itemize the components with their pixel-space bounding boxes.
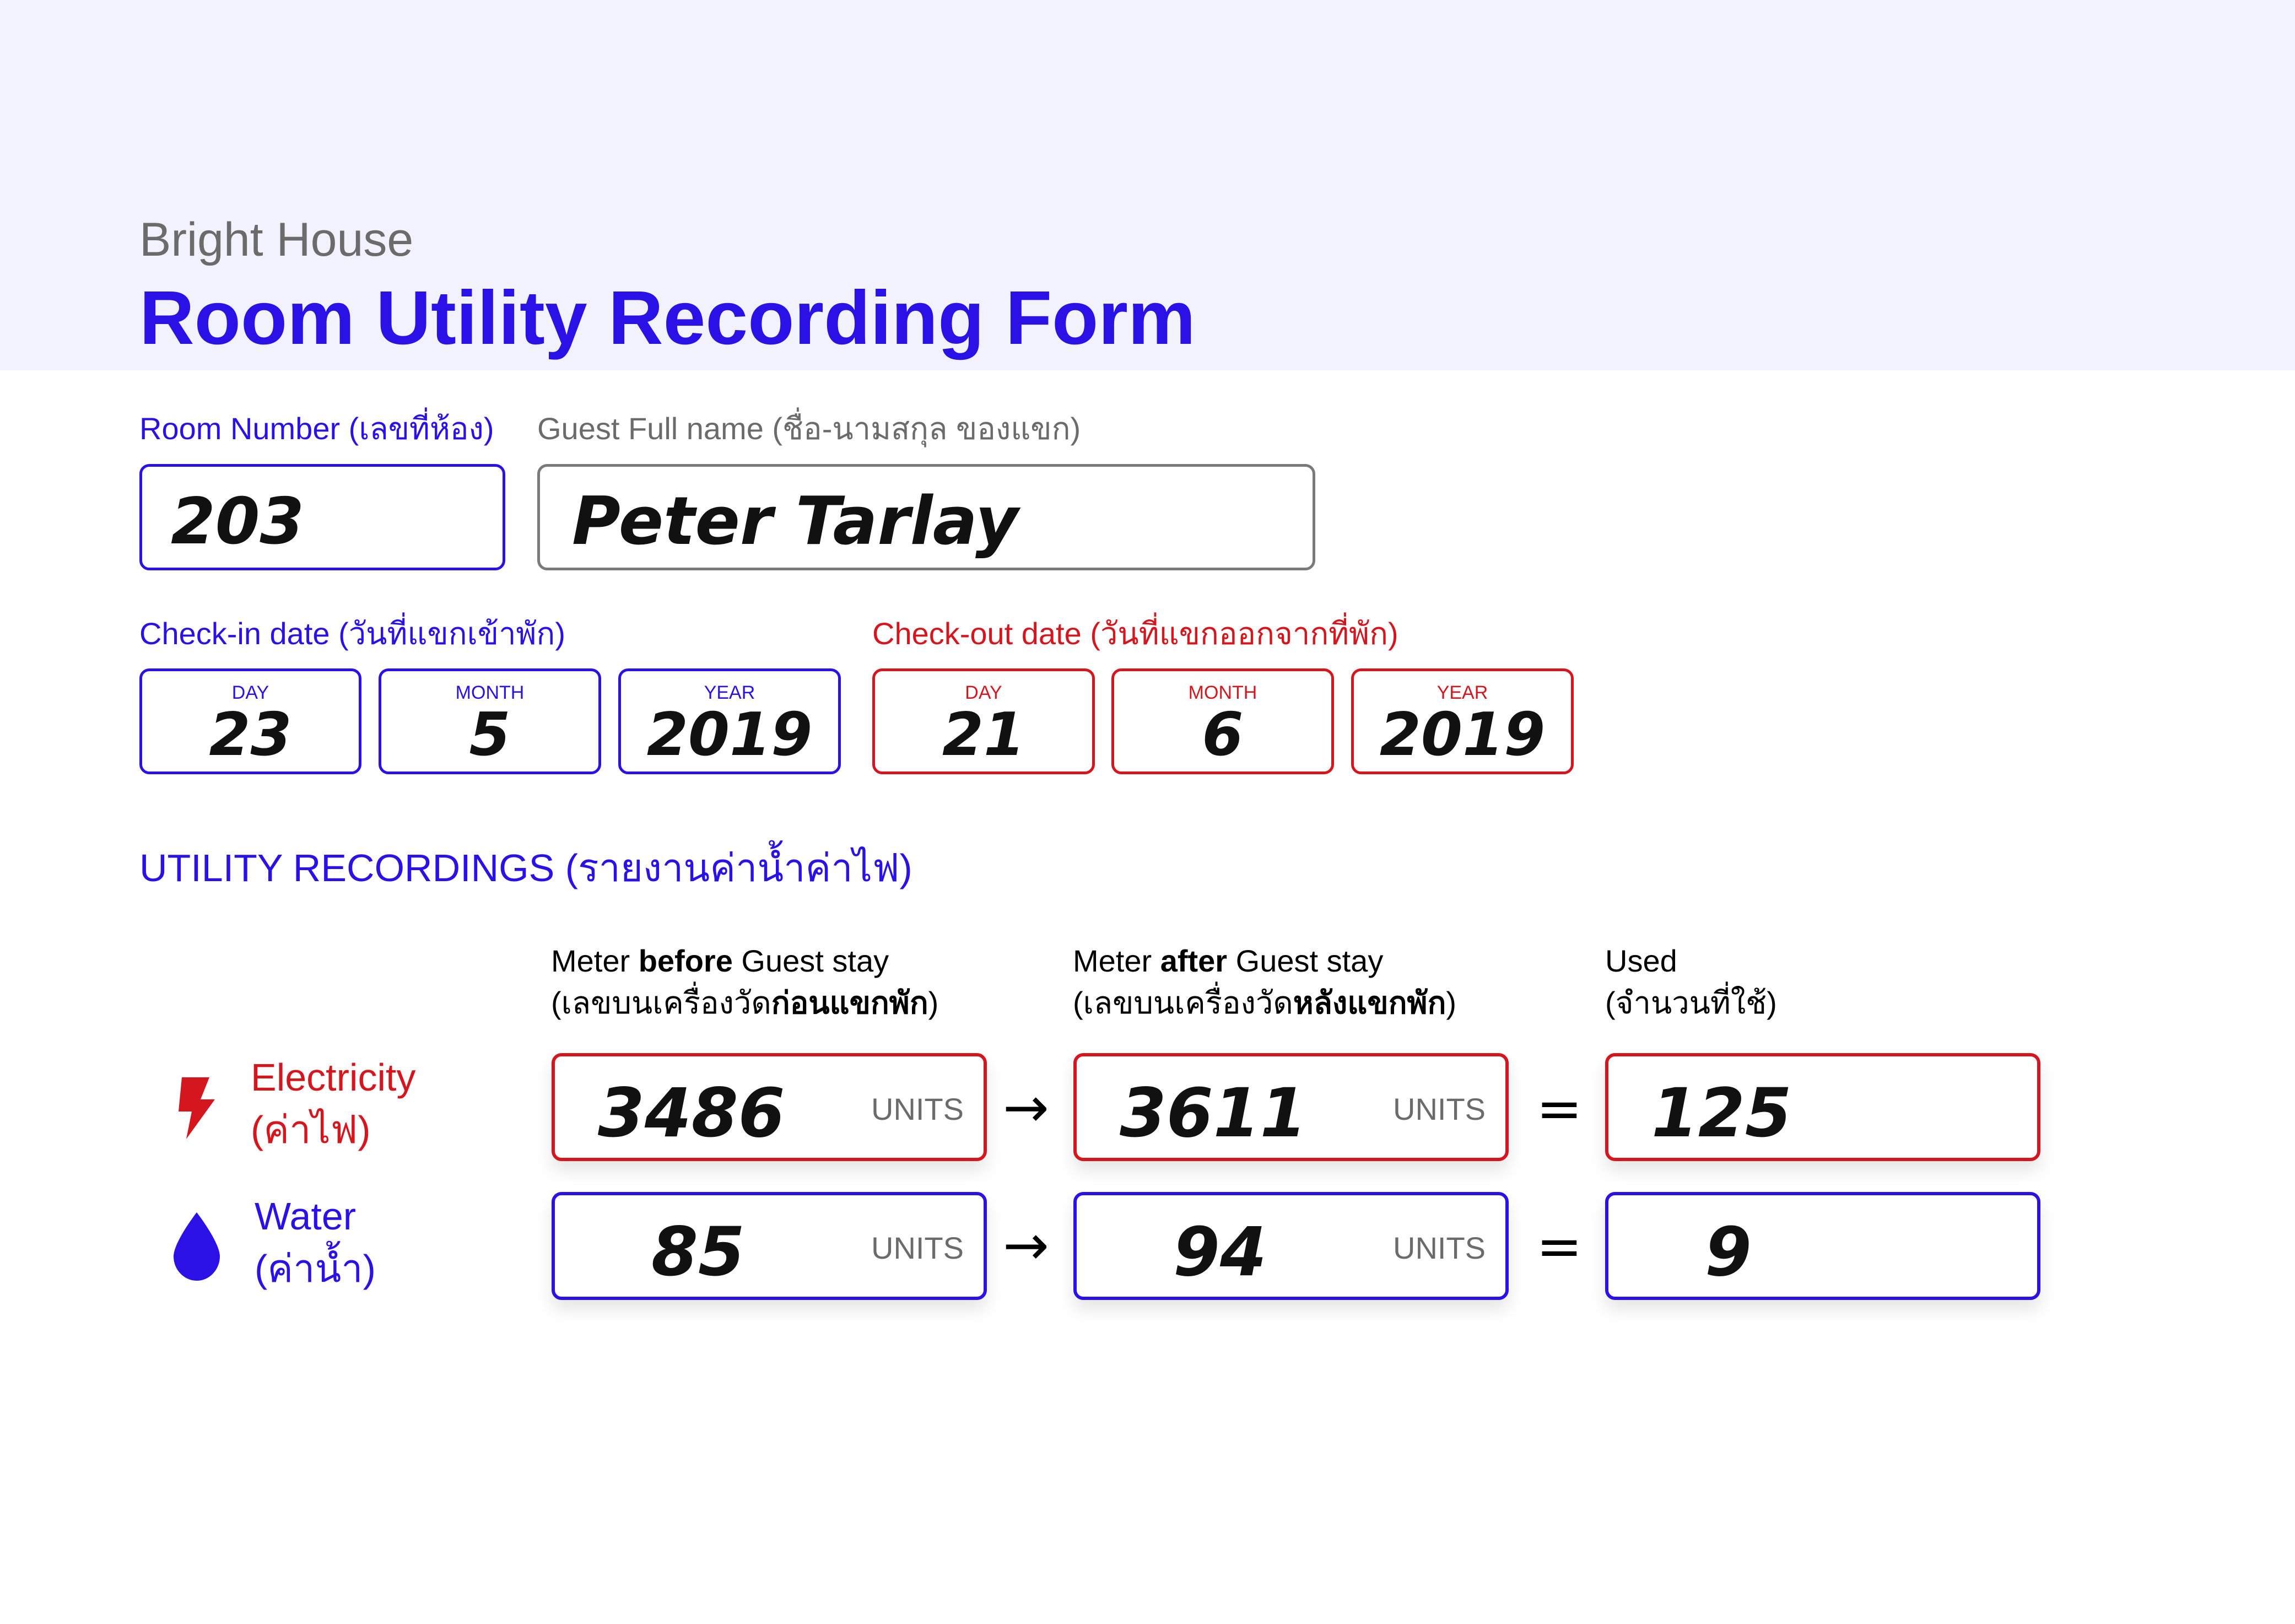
water-after-field[interactable]: 94 UNITS — [1073, 1192, 1509, 1300]
electricity-name: Electricity — [251, 1056, 416, 1099]
lightning-bolt-icon — [179, 1077, 215, 1139]
after-line2-bold: หลังแขกพัก — [1293, 985, 1446, 1020]
after-line2-pre: (เลขบนเครื่องวัด — [1073, 985, 1293, 1020]
electricity-after-value: 3611 — [1120, 1074, 1307, 1152]
water-before-units: UNITS — [871, 1231, 964, 1265]
before-line2-pre: (เลขบนเครื่องวัด — [551, 985, 771, 1020]
checkin-year-value: 2019 — [646, 700, 813, 769]
water-used-value: 9 — [1705, 1213, 1752, 1291]
checkout-year-field[interactable]: YEAR 2019 — [1351, 668, 1574, 774]
column-header-before: Meter before Guest stay (เลขบนเครื่องวัด… — [551, 940, 938, 1023]
electricity-used-field[interactable]: 125 — [1605, 1053, 2040, 1161]
electricity-after-units: UNITS — [1393, 1092, 1486, 1126]
room-number-field[interactable]: 203 — [139, 464, 505, 570]
water-drop-icon — [174, 1212, 220, 1281]
checkout-year-caption: YEAR — [1437, 682, 1488, 703]
electricity-after-field[interactable]: 3611 UNITS — [1073, 1053, 1509, 1161]
checkin-month-value: 5 — [469, 700, 511, 769]
room-number-value: 203 — [171, 484, 305, 559]
checkin-month-field[interactable]: MONTH 5 — [379, 668, 601, 774]
electricity-arrow: → — [1003, 1075, 1049, 1140]
water-after-value: 94 — [1173, 1213, 1267, 1291]
checkout-day-caption: DAY — [965, 682, 1002, 703]
checkin-year-caption: YEAR — [704, 682, 755, 703]
utility-section-title: UTILITY RECORDINGS (รายงานค่าน้ำค่าไฟ) — [139, 846, 912, 889]
water-before-value: 85 — [651, 1213, 745, 1291]
electricity-before-value: 3486 — [598, 1074, 785, 1152]
checkin-day-field[interactable]: DAY 23 — [139, 668, 361, 774]
water-name: Water — [255, 1195, 357, 1238]
guest-name-label: Guest Full name (ชื่อ-นามสกุล ของแขก) — [537, 411, 1081, 446]
before-line2-bold: ก่อนแขกพัก — [771, 985, 928, 1020]
page-title: Room Utility Recording Form — [139, 276, 1196, 360]
before-line1-bold: before — [638, 943, 733, 978]
brand-name: Bright House — [139, 213, 414, 266]
water-equals: = — [1536, 1214, 1583, 1278]
checkin-month-caption: MONTH — [455, 682, 525, 703]
guest-name-value: Peter Tarlay — [572, 483, 1019, 560]
checkin-year-field[interactable]: YEAR 2019 — [618, 668, 841, 774]
water-label: Water (ค่าน้ำ) — [255, 1190, 376, 1294]
electricity-name-th: (ค่าไฟ) — [251, 1108, 371, 1151]
checkout-month-caption: MONTH — [1188, 682, 1257, 703]
electricity-label: Electricity (ค่าไฟ) — [251, 1051, 415, 1156]
room-number-label: Room Number (เลขที่ห้อง) — [139, 411, 494, 446]
guest-name-field[interactable]: Peter Tarlay — [537, 464, 1315, 570]
checkout-year-value: 2019 — [1379, 700, 1546, 769]
after-line1-bold: after — [1160, 943, 1228, 978]
electricity-used-value: 125 — [1651, 1074, 1792, 1152]
water-after-units: UNITS — [1393, 1231, 1486, 1265]
checkout-month-value: 6 — [1202, 700, 1244, 769]
after-line1-pre: Meter — [1073, 943, 1160, 978]
checkin-day-caption: DAY — [231, 682, 269, 703]
water-arrow: → — [1003, 1213, 1049, 1277]
column-header-before-line2: (เลขบนเครื่องวัดก่อนแขกพัก) — [551, 982, 938, 1024]
column-header-after-line1: Meter after Guest stay — [1073, 940, 1456, 982]
checkin-day-value: 23 — [209, 700, 292, 769]
after-line1-post: Guest stay — [1227, 943, 1384, 978]
checkout-month-field[interactable]: MONTH 6 — [1111, 668, 1334, 774]
before-line1-post: Guest stay — [732, 943, 889, 978]
before-line2-post: ) — [928, 985, 939, 1020]
checkin-label: Check-in date (วันที่แขกเข้าพัก) — [139, 616, 565, 651]
used-line1: Used — [1605, 943, 1677, 978]
column-header-after: Meter after Guest stay (เลขบนเครื่องวัดห… — [1073, 940, 1456, 1023]
column-header-before-line1: Meter before Guest stay — [551, 940, 938, 982]
checkout-day-field[interactable]: DAY 21 — [872, 668, 1095, 774]
checkout-day-value: 21 — [942, 700, 1025, 769]
before-line1-pre: Meter — [551, 943, 639, 978]
water-used-field[interactable]: 9 — [1605, 1192, 2040, 1300]
electricity-before-units: UNITS — [871, 1092, 964, 1126]
used-line2: (จำนวนที่ใช้) — [1605, 985, 1777, 1020]
electricity-equals: = — [1536, 1076, 1583, 1141]
column-header-after-line2: (เลขบนเครื่องวัดหลังแขกพัก) — [1073, 982, 1456, 1024]
column-header-used: Used (จำนวนที่ใช้) — [1605, 940, 1777, 1023]
water-before-field[interactable]: 85 UNITS — [552, 1192, 987, 1300]
water-name-th: (ค่าน้ำ) — [255, 1247, 376, 1290]
after-line2-post: ) — [1446, 985, 1457, 1020]
checkout-label: Check-out date (วันที่แขกออกจากที่พัก) — [872, 616, 1398, 651]
electricity-before-field[interactable]: 3486 UNITS — [552, 1053, 987, 1161]
